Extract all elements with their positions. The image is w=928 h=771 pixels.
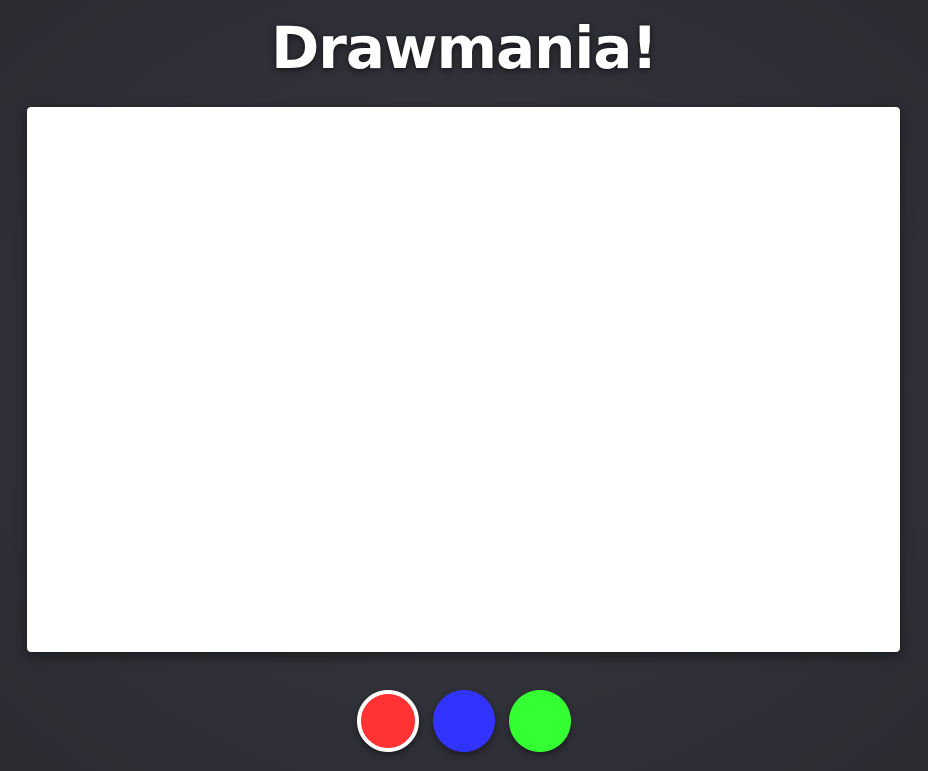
- drawing-canvas[interactable]: [27, 107, 900, 652]
- page-title: Drawmania!: [271, 14, 658, 82]
- color-swatch-red[interactable]: [357, 690, 419, 752]
- color-swatch-blue[interactable]: [433, 690, 495, 752]
- color-palette: [0, 689, 928, 753]
- color-swatch-green[interactable]: [509, 690, 571, 752]
